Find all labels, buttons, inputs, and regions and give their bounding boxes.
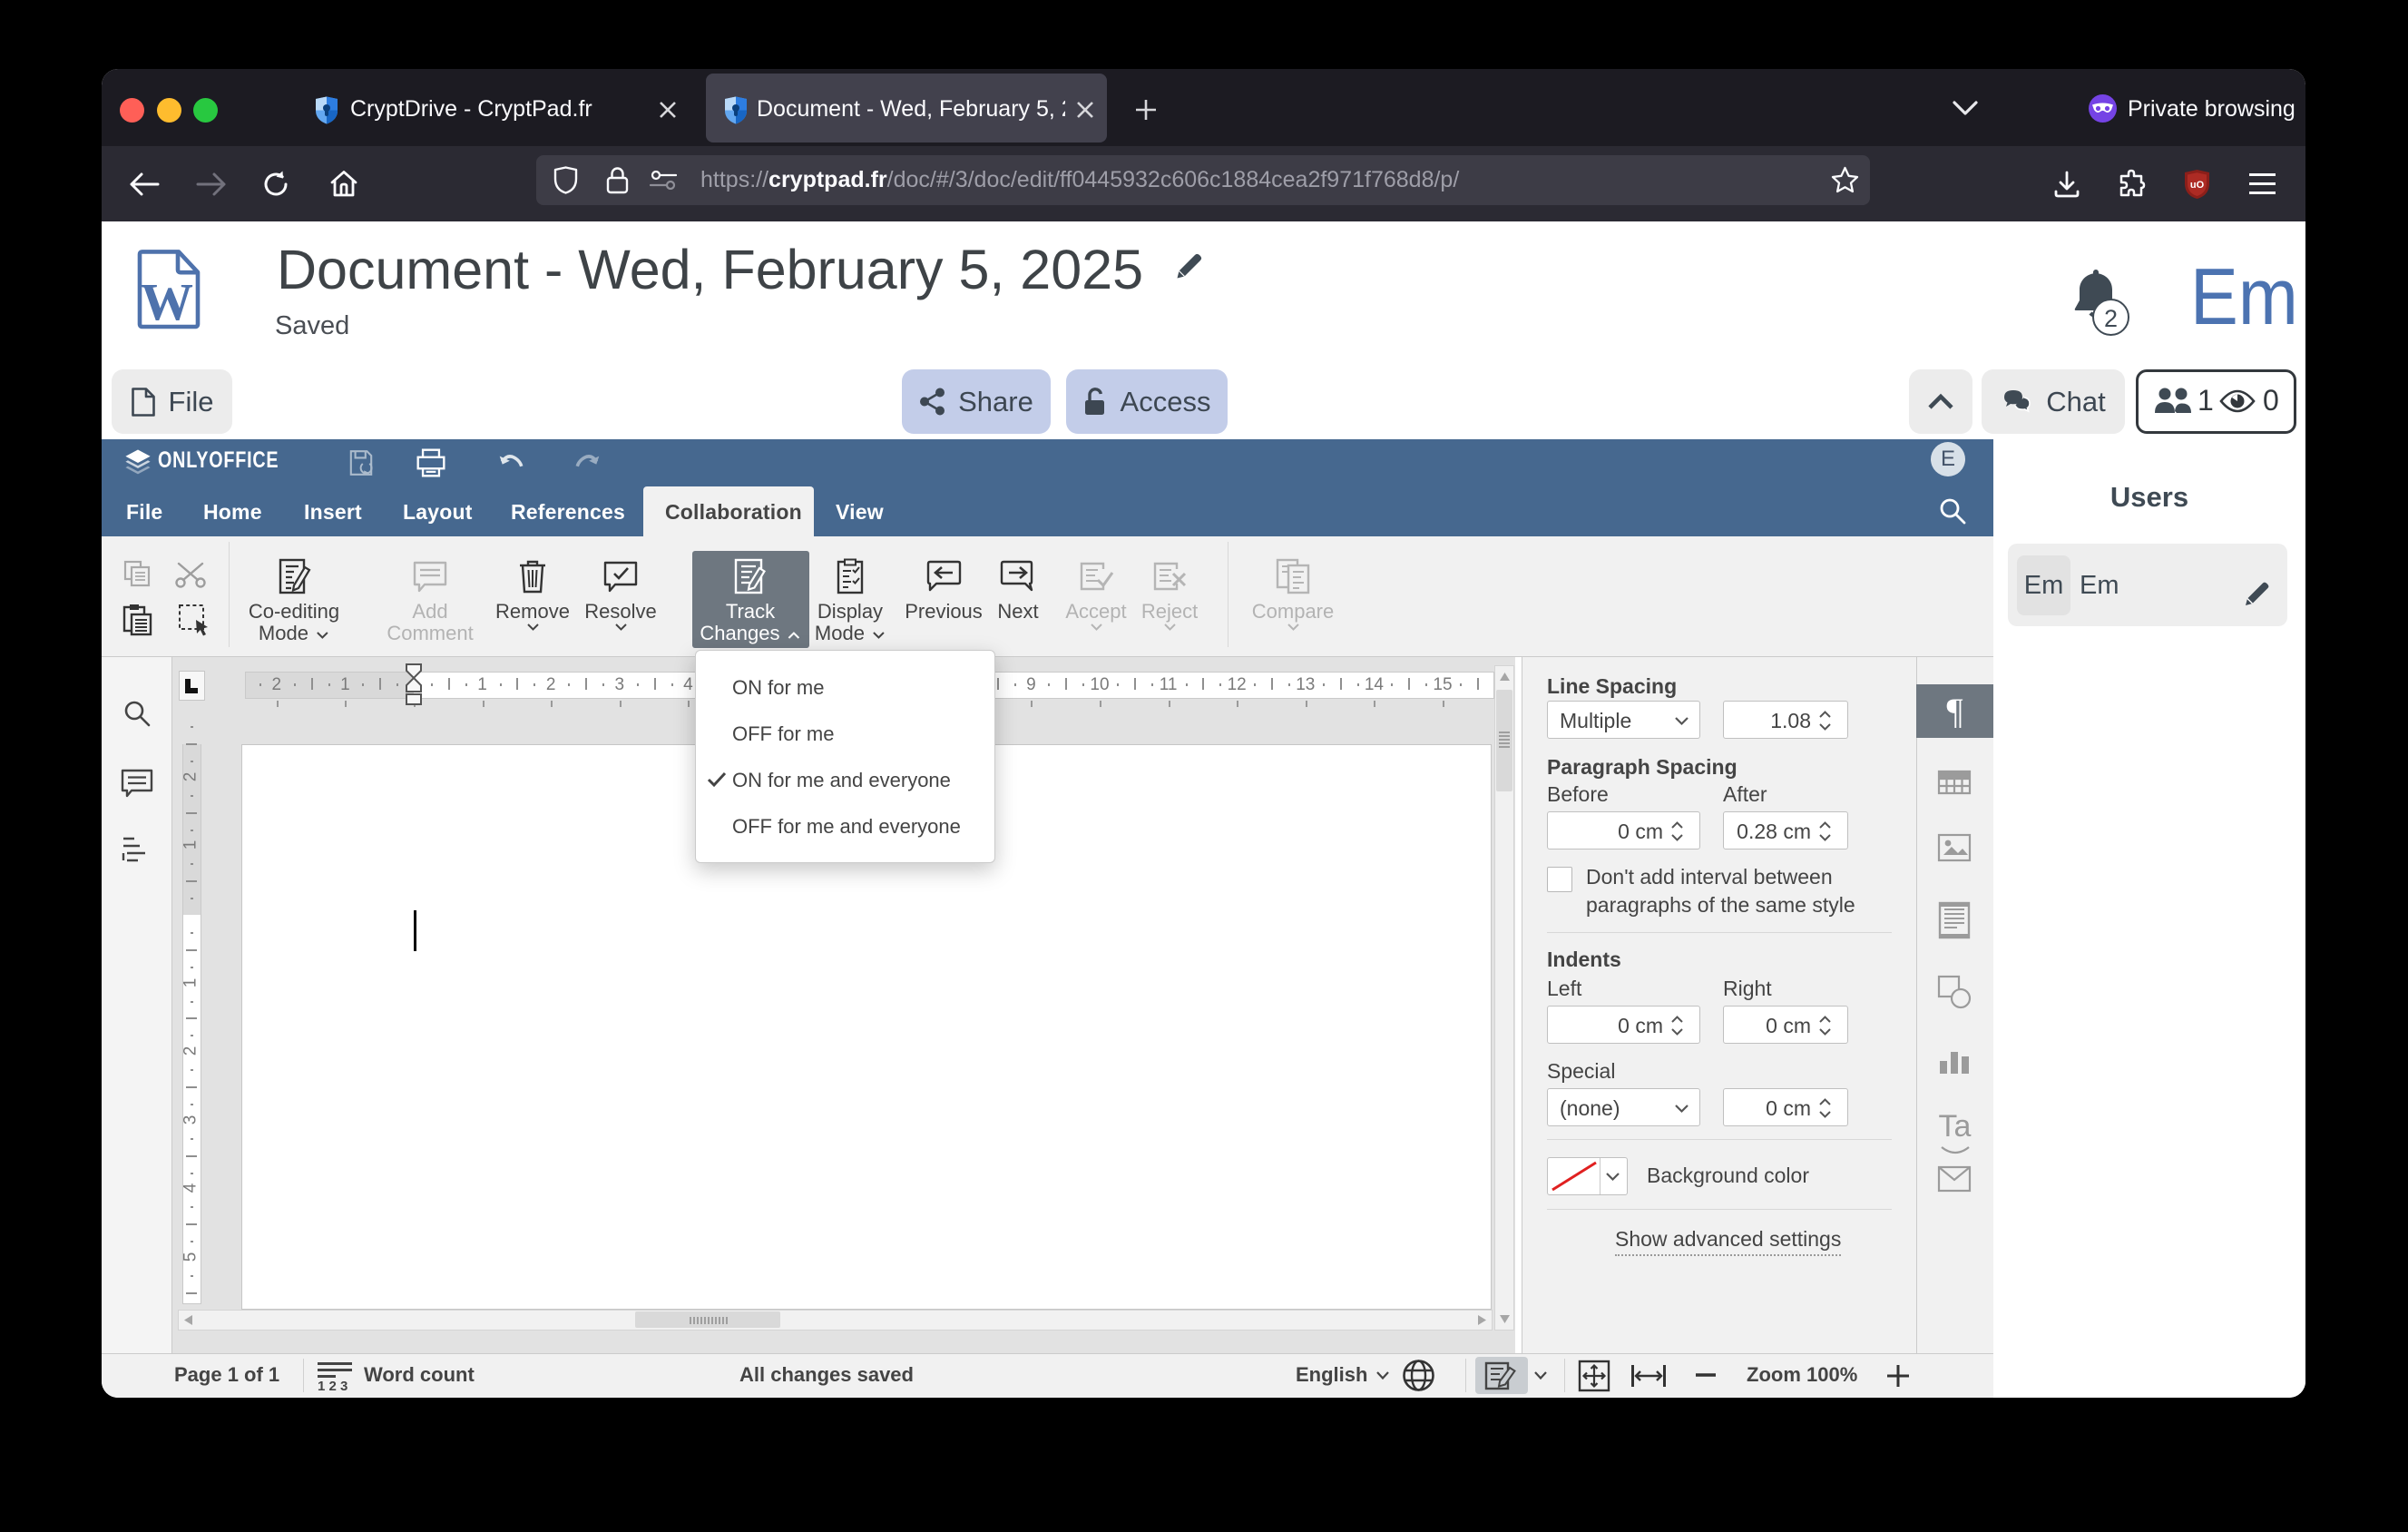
svg-text:1 2 3: 1 2 3: [318, 1379, 347, 1392]
svg-text:W: W: [141, 272, 193, 331]
svg-text:uO: uO: [2190, 180, 2205, 191]
